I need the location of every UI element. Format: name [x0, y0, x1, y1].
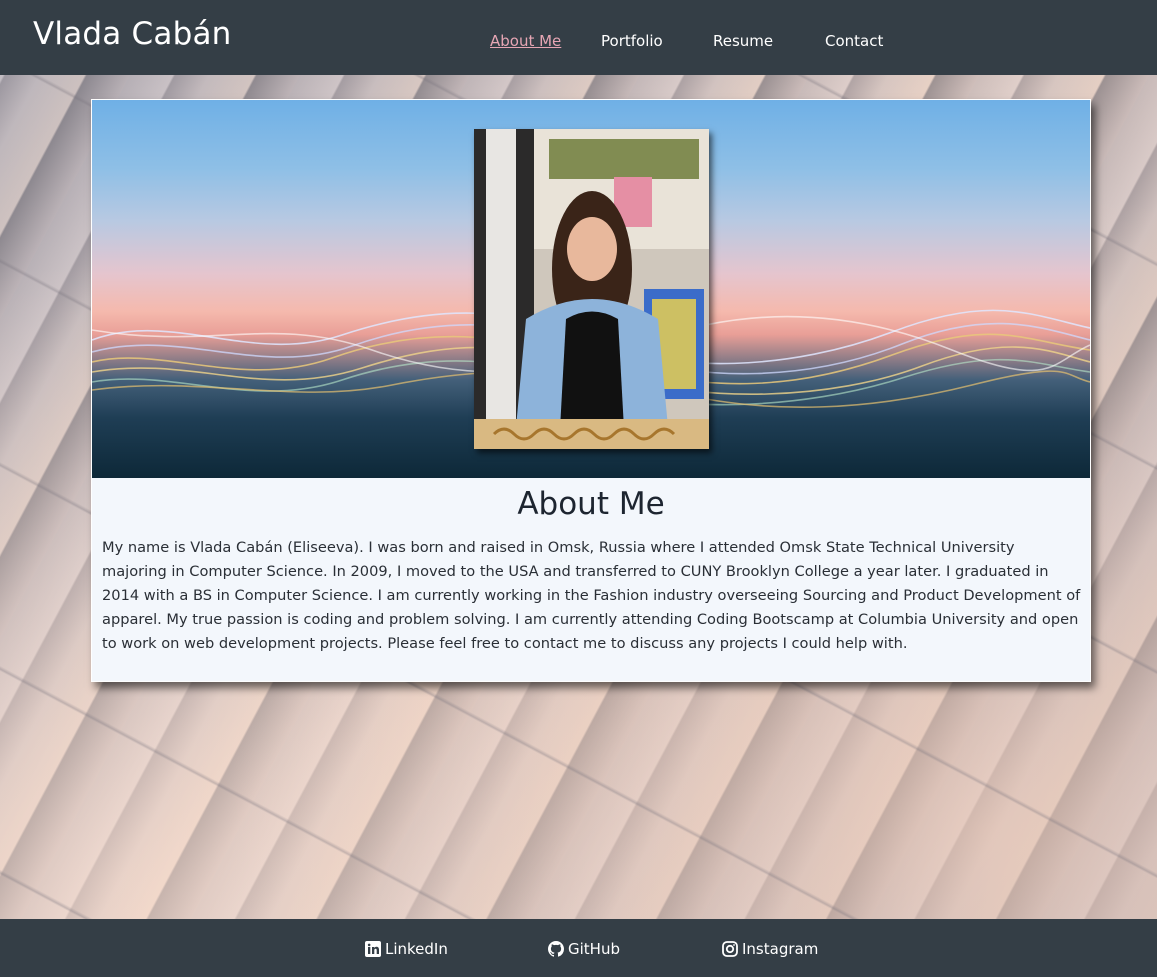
nav-resume[interactable]: Resume — [713, 32, 773, 50]
profile-photo — [474, 129, 709, 449]
nav-about-me[interactable]: About Me — [490, 32, 561, 50]
about-me-heading: About Me — [517, 486, 665, 522]
github-label: GitHub — [568, 940, 620, 958]
footer-link-linkedin[interactable]: LinkedIn — [365, 940, 448, 958]
github-icon — [548, 941, 564, 957]
footer-link-instagram[interactable]: Instagram — [722, 940, 818, 958]
about-card: About Me My name is Vlada Cabán (Eliseev… — [91, 99, 1091, 682]
site-header: Vlada Cabán About Me Portfolio Resume Co… — [0, 0, 1157, 75]
instagram-label: Instagram — [742, 940, 819, 958]
about-me-text: My name is Vlada Cabán (Eliseeva). I was… — [102, 539, 1081, 652]
nav-portfolio[interactable]: Portfolio — [601, 32, 663, 50]
site-footer: LinkedIn GitHub Instagram — [0, 919, 1157, 977]
linkedin-label: LinkedIn — [385, 940, 448, 958]
linkedin-icon — [365, 941, 381, 957]
nav-contact[interactable]: Contact — [825, 32, 883, 50]
hero-banner-image — [92, 100, 1090, 478]
instagram-icon — [722, 941, 738, 957]
site-brand[interactable]: Vlada Cabán — [33, 16, 232, 52]
footer-link-github[interactable]: GitHub — [548, 940, 620, 958]
